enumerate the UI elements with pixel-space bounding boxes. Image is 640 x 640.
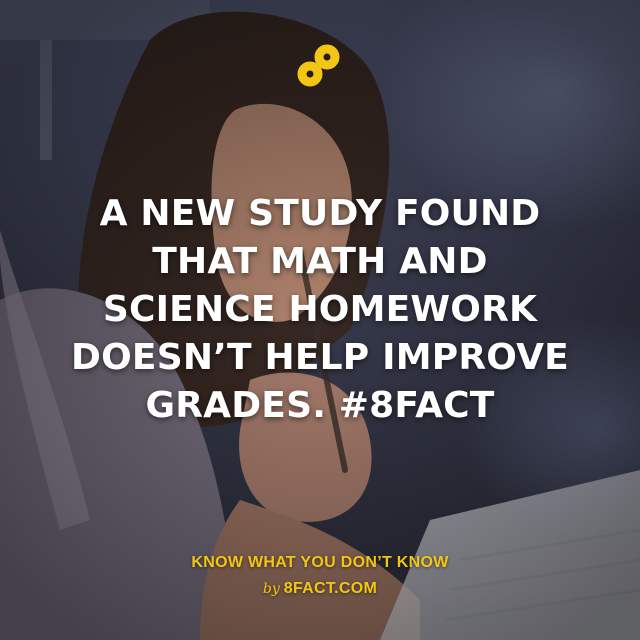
tagline: KNOW WHAT YOU DON’T KNOW (191, 554, 449, 571)
fact-headline: A NEW STUDY FOUND THAT MATH AND SCIENCE … (0, 190, 640, 430)
headline-line: A NEW STUDY FOUND (99, 193, 541, 234)
fact-card: A NEW STUDY FOUND THAT MATH AND SCIENCE … (0, 0, 640, 640)
byline: by 8FACT.COM (0, 580, 640, 598)
byline-by: by (262, 581, 280, 597)
headline-line: THAT MATH AND (152, 241, 488, 282)
infinity-eight-icon (297, 44, 340, 87)
site-link[interactable]: 8FACT.COM (284, 580, 377, 597)
headline-line: SCIENCE HOMEWORK (102, 289, 538, 330)
headline-line: DOESN’T HELP IMPROVE (71, 337, 569, 378)
headline-line: GRADES. #8FACT (145, 385, 495, 426)
